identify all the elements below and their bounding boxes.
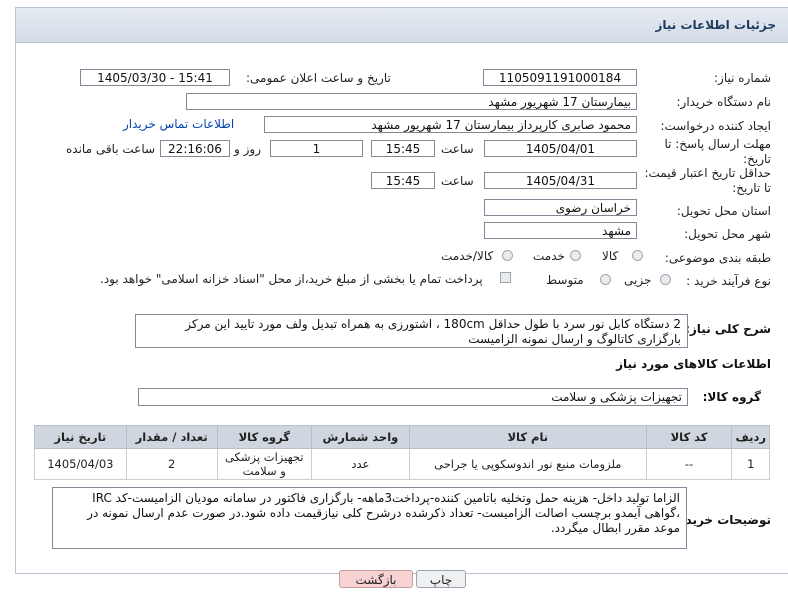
col-code-header: کد کالا bbox=[645, 425, 733, 449]
summary-label: شرح کلی نیاز: bbox=[685, 322, 771, 336]
back-button[interactable]: بازگشت bbox=[339, 570, 413, 588]
province-field: خراسان رضوی bbox=[484, 199, 637, 216]
buyer-contact-link[interactable]: اطلاعات تماس خریدار bbox=[123, 117, 234, 131]
panel-title: جزئیات اطلاعات نیاز bbox=[655, 18, 776, 32]
announce-date-field: 1405/03/30 - 15:41 bbox=[80, 69, 230, 86]
process-medium-label: متوسط bbox=[546, 273, 584, 287]
treasury-payment-note: پرداخت تمام یا بخشی از مبلغ خرید،از محل … bbox=[100, 272, 483, 286]
col-group-header: گروه کالا bbox=[216, 425, 312, 449]
deadline-date-field: 1405/04/01 bbox=[484, 140, 637, 157]
days-label: روز و bbox=[234, 142, 261, 156]
col-row-header: ردیف bbox=[731, 425, 770, 449]
deadline-label: مهلت ارسال پاسخ: تا bbox=[664, 137, 771, 151]
goods-group-field: تجهیزات پزشکی و سلامت bbox=[138, 388, 688, 406]
announce-date-label: تاریخ و ساعت اعلان عمومی: bbox=[246, 71, 391, 85]
item-group: تجهیزات پزشکی و سلامت bbox=[216, 448, 312, 480]
category-label: طبقه بندی موضوعی: bbox=[664, 251, 771, 265]
city-field: مشهد bbox=[484, 222, 637, 239]
category-goods-radio[interactable] bbox=[632, 250, 643, 261]
buyer-org-label: نام دستگاه خریدار: bbox=[676, 95, 772, 109]
col-qty-header: تعداد / مقدار bbox=[125, 425, 218, 449]
remaining-time-field: 22:16:06 bbox=[160, 140, 230, 157]
items-table: ردیف کد کالا نام کالا واحد شمارش گروه کا… bbox=[34, 425, 770, 480]
process-minor-radio[interactable] bbox=[660, 274, 671, 285]
deadline-time-field: 15:45 bbox=[371, 140, 435, 157]
need-number-field: 1105091191000184 bbox=[483, 69, 637, 86]
validity-date-label: تا تاریخ: bbox=[732, 181, 771, 195]
category-both-radio[interactable] bbox=[502, 250, 513, 261]
buyer-org-field: بیمارستان 17 شهریور مشهد bbox=[186, 93, 637, 110]
validity-time-field: 15:45 bbox=[371, 172, 435, 189]
deadline-time-label: ساعت bbox=[441, 142, 474, 156]
category-service-radio[interactable] bbox=[570, 250, 581, 261]
goods-info-title: اطلاعات کالاهای مورد نیاز bbox=[616, 357, 771, 371]
item-quantity: 2 bbox=[125, 448, 218, 480]
requester-field: محمود صابری کارپرداز بیمارستان 17 شهریور… bbox=[264, 116, 637, 133]
process-label: نوع فرآیند خرید : bbox=[686, 274, 771, 288]
need-number-label: شماره نیاز: bbox=[714, 71, 771, 85]
buyer-notes-textarea[interactable]: الزاما تولید داخل- هزینه حمل وتخلیه باتا… bbox=[52, 487, 687, 549]
print-button[interactable]: چاپ bbox=[416, 570, 466, 588]
remaining-time-label: ساعت باقی مانده bbox=[66, 142, 156, 156]
city-label: شهر محل تحویل: bbox=[684, 227, 771, 241]
col-unit-header: واحد شمارش bbox=[310, 425, 410, 449]
province-label: استان محل تحویل: bbox=[676, 204, 771, 218]
category-both-label: کالا/خدمت bbox=[441, 249, 494, 263]
category-goods-label: کالا bbox=[602, 249, 619, 263]
validity-date-field: 1405/04/31 bbox=[484, 172, 637, 189]
treasury-payment-checkbox[interactable] bbox=[500, 272, 511, 283]
summary-textarea[interactable]: 2 دستگاه کابل نور سرد با طول حداقل 180cm… bbox=[135, 314, 688, 348]
process-medium-radio[interactable] bbox=[600, 274, 611, 285]
col-name-header: نام کالا bbox=[408, 425, 647, 449]
panel-header: جزئیات اطلاعات نیاز bbox=[16, 8, 788, 43]
item-unit: عدد bbox=[310, 448, 410, 480]
validity-label: حداقل تاریخ اعتبار قیمت: bbox=[644, 166, 771, 180]
item-name: ملزومات منبع نور اندوسکوپی یا جراحی bbox=[408, 448, 647, 480]
items-table-header: ردیف کد کالا نام کالا واحد شمارش گروه کا… bbox=[34, 425, 770, 449]
validity-time-label: ساعت bbox=[441, 174, 474, 188]
category-service-label: خدمت bbox=[533, 249, 565, 263]
col-date-header: تاریخ نیاز bbox=[34, 425, 127, 449]
process-minor-label: جزیی bbox=[624, 273, 652, 287]
remaining-days-field: 1 bbox=[270, 140, 363, 157]
item-code: -- bbox=[645, 448, 733, 480]
item-need-date: 1405/04/03 bbox=[34, 448, 127, 480]
deadline-date-label: تاریخ: bbox=[743, 152, 771, 166]
row-number: 1 bbox=[731, 448, 770, 480]
requester-label: ایجاد کننده درخواست: bbox=[660, 119, 771, 133]
goods-group-label: گروه کالا: bbox=[702, 390, 761, 404]
table-row: 1 -- ملزومات منبع نور اندوسکوپی یا جراحی… bbox=[34, 448, 770, 480]
